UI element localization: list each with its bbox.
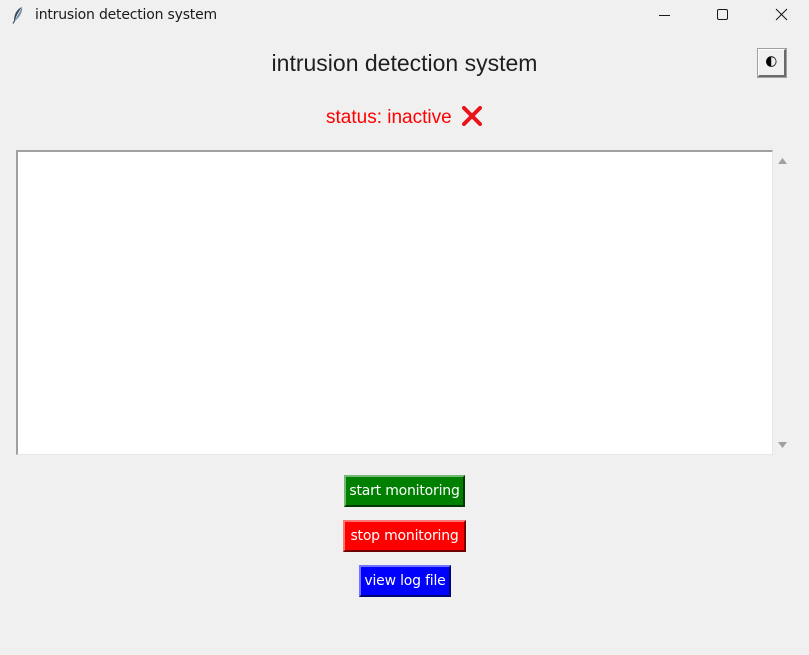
status-label: status: inactive (0, 106, 809, 129)
view-log-file-button[interactable]: view log file (359, 565, 451, 597)
status-text: status: inactive (326, 107, 452, 128)
scroll-down-arrow-icon[interactable] (773, 435, 792, 455)
log-scrollbar[interactable] (773, 150, 792, 455)
stop-monitoring-button[interactable]: stop monitoring (343, 520, 466, 552)
maximize-button[interactable] (693, 0, 751, 31)
minimize-button[interactable] (635, 0, 693, 31)
cross-mark-icon (461, 106, 483, 126)
start-monitoring-button[interactable]: start monitoring (344, 475, 465, 507)
theme-toggle-button[interactable]: 🌓 (757, 48, 787, 78)
app-window: intrusion detection system intrusion det… (0, 0, 809, 655)
page-title: intrusion detection system (271, 50, 538, 76)
maximize-icon (717, 9, 728, 20)
close-icon (775, 8, 788, 21)
theme-toggle-icon: 🌓 (765, 55, 778, 69)
log-output-area[interactable] (16, 150, 773, 455)
close-button[interactable] (751, 0, 809, 31)
title-bar[interactable]: intrusion detection system (0, 0, 809, 31)
minimize-icon (659, 15, 670, 16)
feather-icon (10, 6, 26, 24)
scroll-up-arrow-icon[interactable] (773, 150, 792, 170)
window-title: intrusion detection system (35, 7, 217, 23)
